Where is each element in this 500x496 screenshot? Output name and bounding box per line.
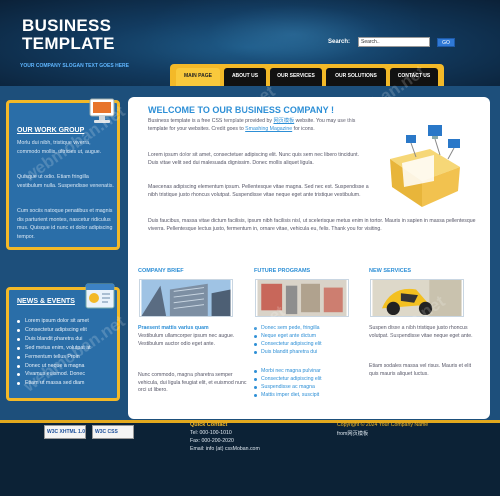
- nav-our-solutions[interactable]: OUR SOLUTIONS: [326, 68, 386, 86]
- work-group-text2: Quisque ut odio. Etiam fringilla vestibu…: [17, 174, 114, 189]
- w3c-css-badge[interactable]: W3C CSS: [92, 425, 134, 439]
- copyright-from-link[interactable]: from网页模板: [337, 430, 368, 437]
- program-item[interactable]: Donec sem pede, fringilla: [254, 324, 322, 332]
- contact-fax: Fax: 000-200-2020: [190, 438, 234, 444]
- search-input[interactable]: [358, 37, 430, 47]
- contact-tel: Tel: 000-100-1010: [190, 430, 232, 436]
- building-image: [139, 279, 233, 317]
- paragraph-3: Maecenas adipiscing elementum ipsum. Pel…: [148, 184, 369, 198]
- news-title[interactable]: NEWS & EVENTS: [17, 298, 75, 305]
- quick-contact-title: Quick Contact: [190, 422, 228, 428]
- company-brief-text1: Vestibulum ullamcorper ipsum nec augue. …: [138, 333, 235, 347]
- work-group-text3: Cum sociis natoque penatibus et magnis d…: [17, 208, 113, 240]
- intro-text: Business template is a free CSS template…: [148, 118, 274, 124]
- program-item[interactable]: Duis blandit pharetra dui: [254, 348, 322, 356]
- search-button[interactable]: GO: [437, 38, 455, 47]
- folder-network-icon: [390, 125, 460, 207]
- program-item[interactable]: Consectetur adipiscing elit: [254, 375, 322, 383]
- news-item[interactable]: Etiam ut massa sed diam: [17, 379, 91, 388]
- motorbike-image: [370, 279, 464, 317]
- future-programs-title: FUTURE PROGRAMS: [254, 268, 311, 274]
- search-label: Search:: [328, 39, 351, 45]
- program-item[interactable]: Mattis imper diet, suscipit: [254, 391, 322, 399]
- office-image: [255, 279, 349, 317]
- future-programs-list2: Morbi nec magna pulvinar Consectetur adi…: [254, 367, 322, 399]
- welcome-heading: WELCOME TO OUR BUSINESS COMPANY !: [148, 105, 335, 115]
- news-item[interactable]: Lorem ipsum dolor sit amet: [17, 317, 91, 326]
- program-item[interactable]: Neque eget ante dictum: [254, 332, 322, 340]
- work-group-title[interactable]: OUR WORK GROUP: [17, 127, 84, 134]
- nav-contact-us[interactable]: CONTACT US: [390, 68, 438, 86]
- news-item[interactable]: Sed metus enim, volutpat at: [17, 344, 91, 353]
- company-brief-lead[interactable]: Praesent mattis varius quam: [138, 325, 238, 333]
- news-item[interactable]: Consectetur adipiscing elit: [17, 326, 91, 335]
- news-item[interactable]: Duis blandit pharetra dui: [17, 335, 91, 344]
- intro-link-website[interactable]: 网页模板: [273, 118, 294, 124]
- logo-line1[interactable]: BUSINESS: [22, 16, 111, 36]
- company-brief-text2: Nunc commodo, magna pharetra semper vehi…: [138, 372, 247, 394]
- program-item[interactable]: Suspendisse ac magna: [254, 383, 322, 391]
- new-services-title: NEW SERVICES: [369, 268, 412, 274]
- news-item[interactable]: Fermentum tellus Proin: [17, 353, 91, 362]
- contact-email[interactable]: Email: info (at) cssMoban.com: [190, 446, 260, 452]
- nav-our-services[interactable]: OUR SERVICES: [270, 68, 322, 86]
- program-item[interactable]: Consectetur adipiscing elit: [254, 340, 322, 348]
- nav-main-page[interactable]: MAIN PAGE: [176, 68, 220, 86]
- new-services-text1: Suspen disse a nibh tristique justo rhon…: [369, 325, 473, 339]
- content-panel: WELCOME TO OUR BUSINESS COMPANY ! Busine…: [128, 97, 490, 419]
- w3c-xhtml-badge[interactable]: W3C XHTML 1.0: [44, 425, 86, 439]
- intro-link-smashing[interactable]: Smashing Magazine: [245, 126, 292, 132]
- calendar-icon: [85, 283, 115, 309]
- intro-paragraph: Business template is a free CSS template…: [148, 118, 370, 133]
- work-group-text1: Morlu dui nibh, tristique viverra, commo…: [17, 140, 102, 155]
- logo-line2[interactable]: TEMPLATE: [22, 34, 115, 54]
- intro-text: for icons.: [292, 125, 315, 132]
- news-item[interactable]: Donec ut neque a magna: [17, 362, 91, 371]
- program-item[interactable]: Morbi nec magna pulvinar: [254, 367, 322, 375]
- computer-icon: [89, 98, 115, 123]
- future-programs-list1: Donec sem pede, fringilla Neque eget ant…: [254, 324, 322, 356]
- paragraph-2: Lorem ipsum dolor sit amet, consectetuer…: [148, 152, 360, 166]
- news-item[interactable]: Vivamus euismod. Donec: [17, 370, 91, 379]
- paragraph-4: Duis faucibus, massa vitae dictum facili…: [148, 218, 476, 232]
- copyright: Copyright © 2024 Your Company Name: [337, 422, 429, 428]
- nav-about-us[interactable]: ABOUT US: [224, 68, 266, 86]
- news-list: Lorem ipsum dolor sit amet Consectetur a…: [17, 317, 91, 388]
- company-brief-title: COMPANY BRIEF: [138, 268, 184, 274]
- new-services-text2: Etiam sodales massa vel risus. Mauris et…: [369, 363, 472, 377]
- slogan: YOUR COMPANY SLOGAN TEXT GOES HERE: [20, 63, 129, 69]
